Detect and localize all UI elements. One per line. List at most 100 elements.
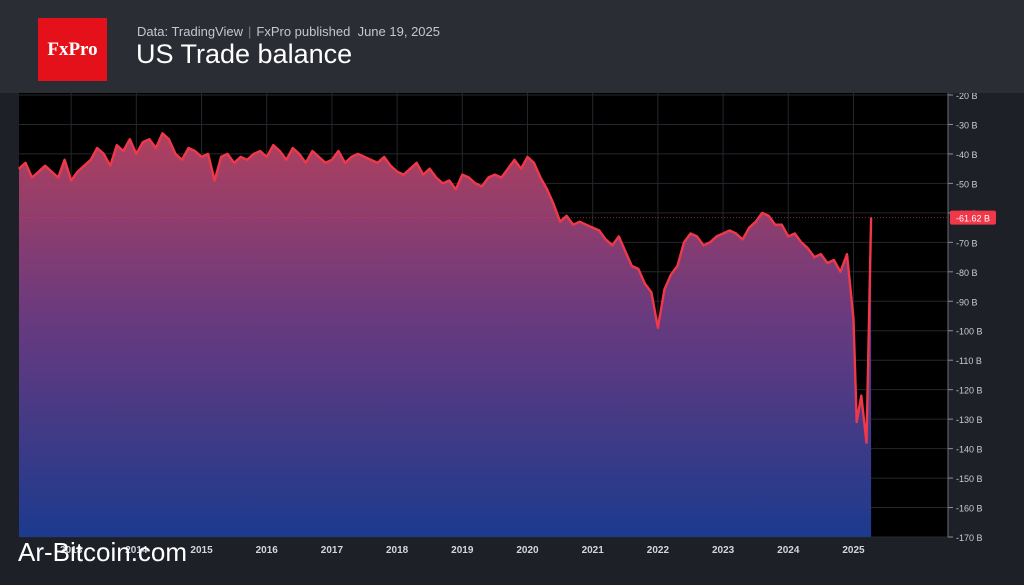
data-point <box>481 185 483 187</box>
data-point <box>566 215 568 217</box>
x-tick-label: 2020 <box>516 545 539 556</box>
data-point <box>709 241 711 243</box>
data-point <box>376 162 379 164</box>
x-tick-label: 2017 <box>321 545 344 556</box>
data-point <box>116 144 118 146</box>
data-point <box>233 162 235 164</box>
data-point <box>200 156 203 158</box>
data-point <box>794 232 796 235</box>
data-point <box>90 159 92 161</box>
data-point <box>846 253 848 255</box>
y-tick-label: -40 B <box>956 150 978 160</box>
data-point <box>442 182 444 184</box>
data-point <box>539 176 542 179</box>
data-point <box>833 259 835 261</box>
data-point <box>18 168 20 170</box>
data-point <box>611 244 613 246</box>
data-point <box>311 150 313 152</box>
data-point <box>774 224 776 226</box>
data-point <box>363 156 366 158</box>
data-point <box>370 159 372 161</box>
data-point <box>852 318 855 320</box>
data-point <box>227 153 229 155</box>
x-tick-label: 2015 <box>190 545 213 556</box>
data-point <box>663 288 666 291</box>
data-point <box>390 165 392 167</box>
data-point <box>357 153 359 155</box>
data-point <box>64 159 66 161</box>
data-point <box>826 262 828 264</box>
data-point <box>689 232 692 235</box>
data-point <box>856 421 858 423</box>
data-point <box>696 235 698 238</box>
y-tick-label: -80 B <box>956 268 978 278</box>
y-tick-label: -140 B <box>956 445 983 455</box>
data-point <box>272 144 274 146</box>
data-point <box>416 162 418 164</box>
data-point <box>207 153 209 155</box>
data-point <box>657 327 659 329</box>
data-point <box>748 227 750 229</box>
data-point <box>429 168 431 170</box>
data-point <box>187 147 190 149</box>
data-point <box>148 138 150 140</box>
y-tick-label: -130 B <box>956 415 983 425</box>
data-point <box>670 274 672 276</box>
data-point <box>683 241 685 243</box>
data-point <box>337 150 340 152</box>
data-point <box>860 394 862 397</box>
data-point <box>820 253 822 255</box>
data-point <box>474 182 476 184</box>
data-point <box>735 232 737 235</box>
chart-header: FxPro Data: TradingView | FxPro published … <box>0 0 1024 93</box>
data-point <box>729 229 731 232</box>
y-tick-label: -110 B <box>956 356 982 366</box>
y-tick-label: -100 B <box>956 327 983 337</box>
data-point <box>396 171 398 173</box>
data-point <box>50 171 53 173</box>
data-point <box>409 168 411 170</box>
trade-balance-chart: -20 B-30 B-40 B-50 B-60 B-70 B-80 B-90 B… <box>18 93 996 556</box>
data-point <box>129 138 131 140</box>
data-point <box>800 241 802 243</box>
data-point <box>500 176 503 179</box>
data-point <box>324 162 327 164</box>
data-point <box>344 162 346 164</box>
data-point <box>520 168 522 170</box>
data-point <box>468 176 470 179</box>
data-point <box>572 224 574 226</box>
data-point <box>155 147 157 149</box>
data-point <box>768 215 770 217</box>
data-point <box>279 150 281 152</box>
data-point <box>702 244 705 246</box>
data-point <box>715 235 718 238</box>
data-point <box>637 268 639 270</box>
x-tick-label: 2019 <box>451 545 474 556</box>
data-point <box>644 282 646 285</box>
last-value-label: -61.62 B <box>956 214 990 224</box>
data-point <box>742 238 744 240</box>
data-point <box>507 168 509 170</box>
publisher: FxPro published <box>256 24 351 39</box>
data-point <box>787 235 789 238</box>
data-point <box>807 247 809 249</box>
data-point <box>31 176 33 179</box>
data-point <box>285 159 287 161</box>
data-point <box>253 153 255 155</box>
data-point <box>461 173 463 176</box>
data-point <box>259 150 261 152</box>
data-point <box>513 159 516 161</box>
chart-area: -20 B-30 B-40 B-50 B-60 B-70 B-80 B-90 B… <box>0 93 1024 585</box>
data-point <box>598 229 600 232</box>
data-point <box>755 221 757 223</box>
y-axis: -20 B-30 B-40 B-50 B-60 B-70 B-80 B-90 B… <box>947 93 983 543</box>
data-point <box>174 153 177 155</box>
data-point <box>865 442 868 444</box>
data-point <box>559 221 561 223</box>
logo-text: FxPro <box>47 38 98 60</box>
data-point <box>422 173 424 176</box>
data-point <box>494 173 496 176</box>
data-point <box>585 224 587 226</box>
data-point <box>781 224 783 226</box>
data-point <box>487 176 489 179</box>
